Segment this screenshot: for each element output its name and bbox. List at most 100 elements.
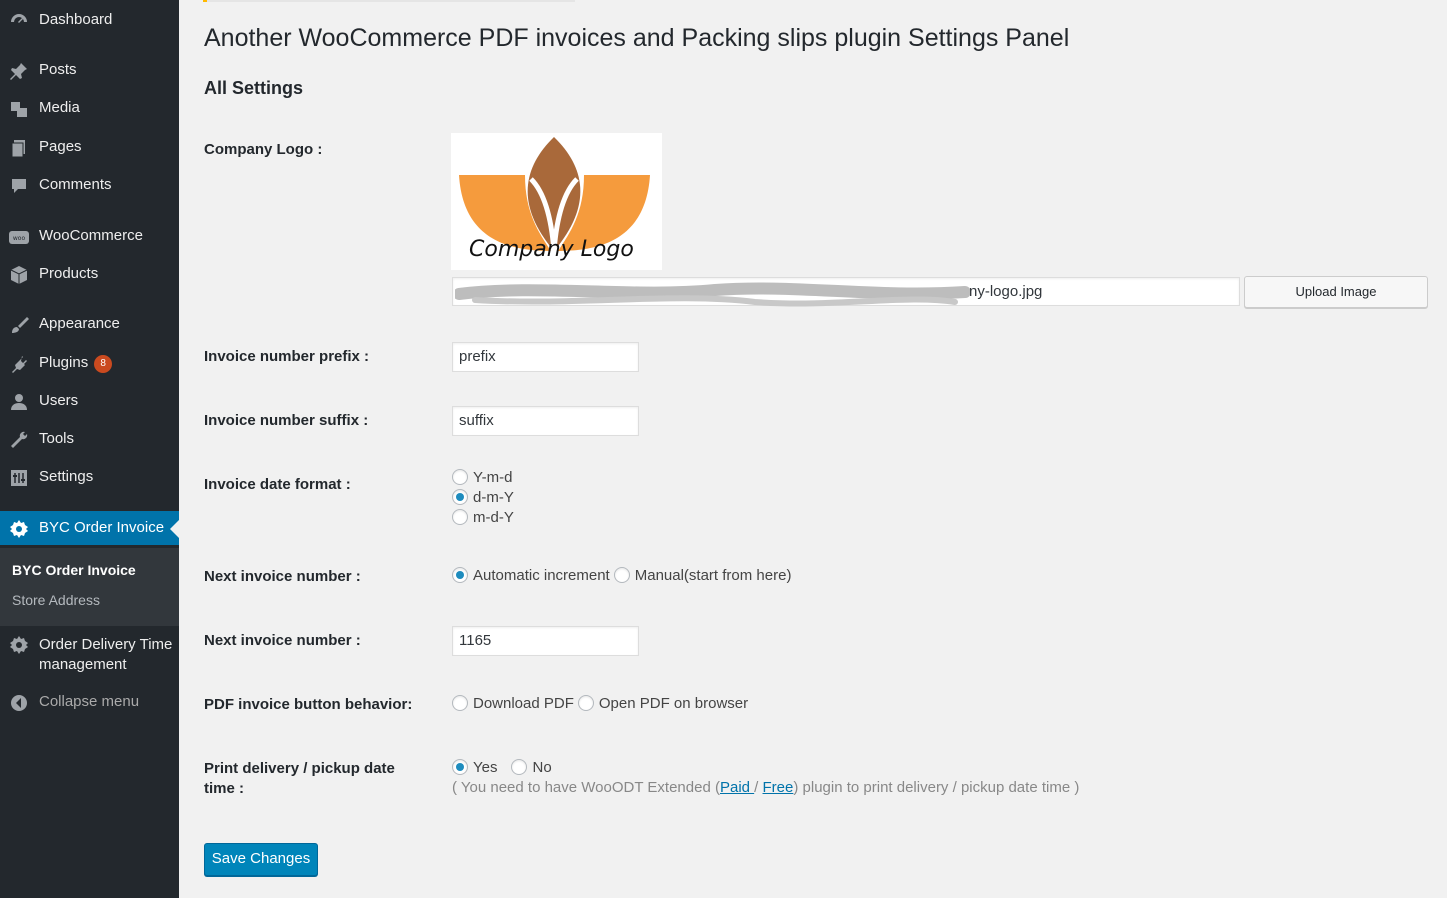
menu-label: Appearance [39, 315, 120, 332]
submenu-item-store-address[interactable]: Store Address [12, 592, 100, 608]
option-label: m-d-Y [473, 509, 514, 526]
logo-text: Company Logo [469, 237, 634, 262]
menu-label: Collapse menu [39, 693, 140, 710]
note-prefix: ( You need to have WooODT Extended ( [452, 779, 720, 796]
main-content: Another WooCommerce PDF invoices and Pac… [179, 0, 1447, 898]
menu-label: Tools [39, 430, 75, 447]
menu-label: Users [39, 392, 79, 409]
radio-no[interactable] [511, 759, 528, 775]
pdf-behavior-group: Download PDF Open PDF on browser [452, 695, 748, 712]
company-logo-preview: Company Logo [451, 133, 662, 270]
menu-item-pages[interactable]: Pages [0, 130, 179, 164]
note-suffix: ) plugin to print delivery / pickup date… [793, 779, 1080, 796]
free-link[interactable]: Free [763, 779, 794, 796]
logo-url-value: ny-logo.jpg [969, 283, 1043, 300]
save-changes-button[interactable]: Save Changes [204, 843, 318, 876]
label-line: time : [204, 780, 245, 797]
logo-url-input[interactable]: ny-logo.jpg [452, 277, 1240, 307]
menu-label: BYC Order Invoice [39, 519, 165, 536]
section-title: All Settings [204, 78, 304, 98]
option-label: Open PDF on browser [598, 695, 749, 712]
menu-label: Posts [39, 61, 77, 78]
next-number-input[interactable]: 1165 [452, 626, 639, 656]
radio-button[interactable] [452, 509, 468, 525]
paid-link[interactable]: Paid [720, 779, 754, 796]
collapse-menu-button[interactable]: Collapse menu [0, 685, 179, 719]
collapse-icon [11, 695, 27, 711]
menu-label: WooCommerce [39, 227, 143, 244]
gear-icon [10, 520, 28, 538]
submenu: BYC Order Invoice Store Address [0, 548, 179, 626]
menu-item-posts[interactable]: Posts [0, 53, 179, 87]
invoice-suffix-label: Invoice number suffix : [204, 412, 369, 429]
radio-button[interactable] [452, 469, 468, 485]
label-line: Print delivery / pickup date [204, 760, 395, 777]
print-delivery-group: Yes No [452, 759, 552, 776]
next-number-label: Next invoice number : [204, 632, 361, 649]
menu-item-products[interactable]: Products [0, 257, 179, 291]
submenu-item-byc-order-invoice[interactable]: BYC Order Invoice [12, 562, 136, 578]
redacted-scribble [455, 282, 971, 307]
radio-download-pdf[interactable] [452, 695, 468, 711]
date-format-label: Invoice date format : [204, 476, 351, 493]
menu-item-appearance[interactable]: Appearance [0, 307, 179, 341]
menu-item-settings[interactable]: Settings [0, 460, 179, 494]
option-label: Automatic increment [473, 567, 610, 584]
print-delivery-label: Print delivery / pickup date time : [204, 759, 395, 799]
pin-icon [10, 63, 27, 80]
box-icon [10, 266, 28, 284]
plugins-label: Plugins [39, 354, 89, 371]
menu-label: Dashboard [39, 11, 113, 28]
invoice-prefix-label: Invoice number prefix : [204, 348, 370, 365]
menu-item-order-delivery-time[interactable]: Order Delivery Time management [0, 627, 179, 677]
invoice-prefix-input[interactable]: prefix [452, 342, 639, 372]
invoice-suffix-input[interactable]: suffix [452, 406, 639, 436]
upload-image-button[interactable]: Upload Image [1244, 276, 1428, 308]
menu-label: Plugins 8 [39, 354, 113, 373]
menu-item-users[interactable]: Users [0, 384, 179, 418]
radio-yes[interactable] [452, 759, 468, 775]
option-label: Manual(start from here) [634, 567, 792, 584]
woo-icon: woo [9, 231, 29, 244]
menu-item-byc-order-invoice[interactable]: BYC Order Invoice [0, 511, 179, 545]
pdf-behavior-label: PDF invoice button behavior: [204, 696, 413, 713]
plug-icon [12, 356, 27, 373]
update-count-badge: 8 [94, 355, 113, 373]
option-label: d-m-Y [473, 489, 514, 506]
note-separator: / [754, 779, 763, 796]
next-number-mode-label: Next invoice number : [204, 568, 361, 585]
menu-label: Pages [39, 138, 82, 155]
menu-item-comments[interactable]: Comments [0, 168, 179, 202]
radio-manual[interactable] [613, 567, 630, 583]
media-icon [11, 102, 27, 117]
menu-item-woocommerce[interactable]: woo WooCommerce [0, 219, 179, 253]
pages-icon [11, 140, 25, 158]
radio-button[interactable] [452, 489, 468, 505]
option-label: Y-m-d [473, 469, 513, 486]
menu-item-tools[interactable]: Tools [0, 422, 179, 456]
dashboard-icon [11, 14, 27, 23]
extension-note: ( You need to have WooODT Extended (Paid… [452, 779, 1079, 796]
menu-label: Order Delivery Time management [39, 636, 173, 673]
option-label: No [532, 759, 552, 776]
next-number-mode-group: Automatic increment Manual(start from her… [452, 567, 791, 584]
menu-item-plugins[interactable]: Plugins 8 [0, 346, 179, 380]
company-logo-label: Company Logo : [204, 141, 323, 158]
option-label: Yes [473, 759, 498, 776]
date-format-option-dmy[interactable]: d-m-Y [452, 489, 514, 506]
date-format-option-ymd[interactable]: Y-m-d [452, 469, 512, 486]
menu-label: Comments [39, 176, 112, 193]
date-format-option-mdy[interactable]: m-d-Y [452, 509, 514, 526]
user-icon [11, 394, 27, 410]
menu-item-media[interactable]: Media [0, 91, 179, 125]
wrench-icon [11, 431, 28, 448]
radio-open-pdf[interactable] [577, 695, 594, 711]
menu-item-dashboard[interactable]: Dashboard [0, 3, 179, 37]
comment-icon [12, 179, 26, 193]
page-title: Another WooCommerce PDF invoices and Pac… [204, 24, 1070, 52]
admin-sidebar: Dashboard Posts Media Pages Comments woo… [0, 0, 179, 898]
radio-automatic-increment[interactable] [452, 567, 468, 583]
notice-divider [203, 0, 575, 2]
gear-icon [10, 636, 28, 654]
menu-label: Products [39, 265, 99, 282]
